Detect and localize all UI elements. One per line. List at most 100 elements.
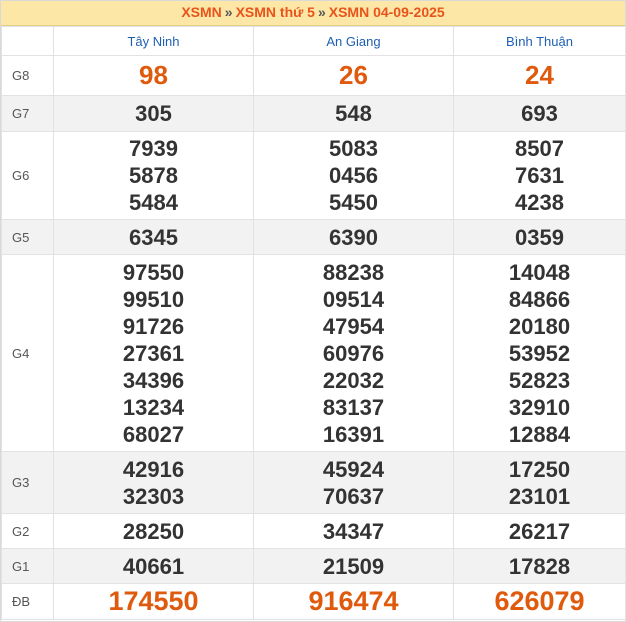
winning-number: 24	[525, 60, 554, 90]
prize-cell: 548	[253, 95, 454, 132]
prize-cell: 6390	[253, 219, 454, 255]
prize-cell: 305	[53, 95, 254, 132]
prize-label: G3	[1, 451, 54, 514]
winning-number: 32910	[508, 394, 571, 420]
winning-number: 84866	[508, 286, 571, 312]
winning-number: 8507	[515, 136, 564, 161]
prize-label: G6	[1, 131, 54, 220]
winning-number: 6345	[129, 224, 178, 250]
winning-number: 60976	[322, 340, 385, 366]
prize-cell: 5083 0456 5450	[253, 131, 454, 220]
winning-number: 174550	[108, 586, 199, 616]
winning-number: 40661	[122, 553, 185, 579]
prize-cell: 98	[53, 55, 254, 96]
winning-number: 0456	[329, 163, 378, 188]
prize-row-g3: G3 42916 32303 45924 70637 17250 23101	[1, 451, 626, 514]
winning-number: 32303	[122, 483, 185, 509]
winning-number: 21509	[322, 553, 385, 579]
prize-label: G4	[1, 254, 54, 452]
results-panel: XSMN» XSMN thứ 5» XSMN 04-09-2025 Tây Ninh…	[0, 0, 626, 622]
winning-number: 5878	[129, 163, 178, 188]
prize-cell: 26217	[453, 513, 626, 549]
province-header[interactable]: Tây Ninh	[53, 26, 254, 56]
prize-label: ĐB	[1, 583, 54, 620]
breadcrumb: XSMN» XSMN thứ 5» XSMN 04-09-2025	[1, 1, 625, 26]
province-header[interactable]: An Giang	[253, 26, 454, 56]
prize-cell: 8507 7631 4238	[453, 131, 626, 220]
prize-cell: 28250	[53, 513, 254, 549]
winning-number: 42916	[122, 456, 185, 482]
winning-number: 26217	[508, 518, 571, 544]
prize-label: G1	[1, 548, 54, 584]
prize-cell: 34347	[253, 513, 454, 549]
winning-number: 53952	[508, 340, 571, 366]
prize-cell: 45924 70637	[253, 451, 454, 514]
winning-number: 16391	[322, 421, 385, 447]
winning-number: 305	[135, 101, 172, 126]
province-header-row: Tây Ninh An Giang Bình Thuận	[1, 26, 626, 56]
winning-number: 28250	[122, 518, 185, 544]
winning-number: 27361	[122, 340, 185, 366]
breadcrumb-separator: »	[317, 4, 326, 20]
prize-cell: 693	[453, 95, 626, 132]
breadcrumb-xsmn-link[interactable]: XSMN	[181, 4, 221, 20]
winning-number: 45924	[322, 456, 385, 482]
prize-row-g2: G2 28250 34347 26217	[1, 513, 626, 549]
breadcrumb-xsmn-date-link[interactable]: XSMN 04-09-2025	[329, 4, 445, 20]
winning-number: 5083	[329, 136, 378, 161]
prize-row-g7: G7 305 548 693	[1, 95, 626, 132]
winning-number: 88238	[322, 259, 385, 285]
prize-cell: 916474	[253, 583, 454, 620]
winning-number: 34396	[122, 367, 185, 393]
winning-number: 98	[139, 60, 168, 90]
prize-label: G2	[1, 513, 54, 549]
winning-number: 70637	[322, 483, 385, 509]
winning-number: 47954	[322, 313, 385, 339]
prize-cell: 88238 09514 47954 60976 22032 83137 16391	[253, 254, 454, 452]
prize-cell: 24	[453, 55, 626, 96]
winning-number: 97550	[122, 259, 185, 285]
prize-row-g6: G6 7939 5878 5484 5083 0456 5450 8507 7631 4238	[1, 131, 626, 220]
prize-row-g4: G4 97550 99510 91726 27361 34396 13234 68027 882…	[1, 254, 626, 452]
winning-number: 13234	[122, 394, 185, 420]
prize-row-g8: G8 98 26 24	[1, 55, 626, 96]
prize-cell: 14048 84866 20180 53952 52823 32910 12884	[453, 254, 626, 452]
results-table: Tây Ninh An Giang Bình Thuận G8 98 26 24 G7 3…	[1, 26, 626, 620]
winning-number: 83137	[322, 394, 385, 420]
prize-cell: 174550	[53, 583, 254, 620]
prize-cell: 97550 99510 91726 27361 34396 13234 68027	[53, 254, 254, 452]
corner-cell	[1, 26, 54, 56]
winning-number: 5450	[329, 190, 378, 215]
prize-cell: 17828	[453, 548, 626, 584]
prize-label: G7	[1, 95, 54, 132]
breadcrumb-xsmn-thu5-link[interactable]: XSMN thứ 5	[236, 4, 315, 20]
winning-number: 12884	[508, 421, 571, 447]
winning-number: 7631	[515, 163, 564, 188]
winning-number: 5484	[129, 190, 178, 215]
prize-label: G8	[1, 55, 54, 96]
province-header[interactable]: Bình Thuận	[453, 26, 626, 56]
winning-number: 22032	[322, 367, 385, 393]
winning-number: 4238	[515, 190, 564, 215]
prize-cell: 17250 23101	[453, 451, 626, 514]
prize-cell: 6345	[53, 219, 254, 255]
winning-number: 20180	[508, 313, 571, 339]
prize-row-đb: ĐB 174550 916474 626079	[1, 583, 626, 620]
winning-number: 7939	[129, 136, 178, 161]
winning-number: 693	[521, 101, 558, 126]
winning-number: 34347	[322, 518, 385, 544]
winning-number: 6390	[329, 224, 378, 250]
prize-cell: 0359	[453, 219, 626, 255]
prize-cell: 42916 32303	[53, 451, 254, 514]
winning-number: 17828	[508, 553, 571, 579]
prize-cell: 40661	[53, 548, 254, 584]
winning-number: 17250	[508, 456, 571, 482]
breadcrumb-separator: »	[224, 4, 233, 20]
winning-number: 548	[335, 101, 372, 126]
prize-label: G5	[1, 219, 54, 255]
prize-row-g5: G5 6345 6390 0359	[1, 219, 626, 255]
prize-row-g1: G1 40661 21509 17828	[1, 548, 626, 584]
prize-cell: 7939 5878 5484	[53, 131, 254, 220]
winning-number: 26	[339, 60, 368, 90]
winning-number: 23101	[508, 483, 571, 509]
